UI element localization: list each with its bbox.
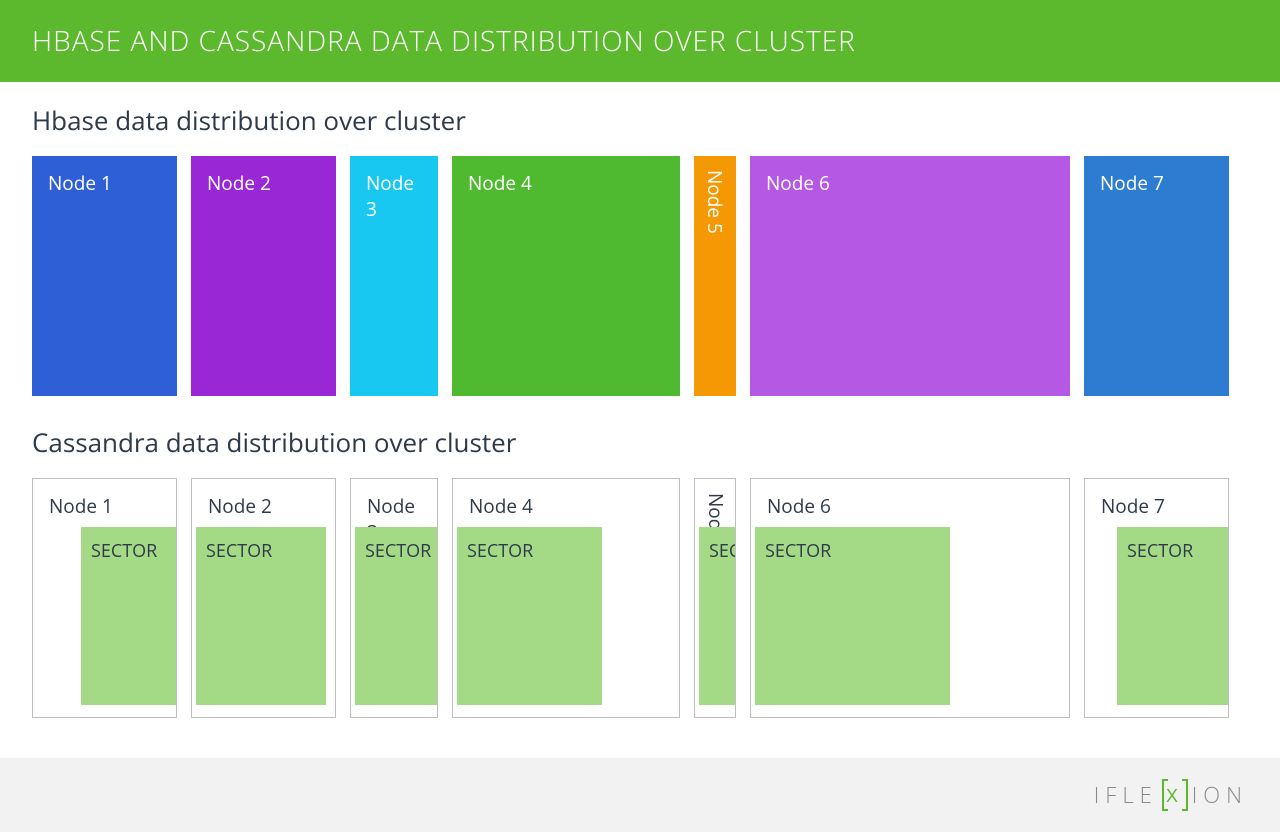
cassandra-node: Node 2 SECTOR [191, 478, 336, 718]
sector-block: SECTOR [196, 527, 326, 705]
hbase-section-title: Hbase data distribution over cluster [32, 102, 1248, 138]
node-label: Node 2 [207, 170, 271, 196]
hbase-node: Node 7 [1084, 156, 1229, 396]
node-label: Node 3 [366, 170, 414, 222]
node-label: Node 7 [1100, 170, 1164, 196]
logo: IFLE X ION [1094, 778, 1248, 812]
node-label: Node 1 [49, 493, 113, 519]
cassandra-section-title: Cassandra data distribution over cluster [32, 424, 1248, 460]
hbase-node: Node 5 [694, 156, 736, 396]
sector-block: SECTOR [755, 527, 950, 705]
hbase-node: Node 2 [191, 156, 336, 396]
hbase-node: Node 3 [350, 156, 438, 396]
content-area: Hbase data distribution over cluster Nod… [0, 82, 1280, 758]
node-label: Node 4 [468, 170, 532, 196]
cassandra-node: Node 1 SECTOR [32, 478, 177, 718]
hbase-node: Node 1 [32, 156, 177, 396]
page-header: HBASE AND CASSANDRA DATA DISTRIBUTION OV… [0, 0, 1280, 82]
logo-text-mid: X [1166, 786, 1184, 806]
cassandra-node: Node 3SECTOR [350, 478, 438, 718]
cassandra-node: Node 6 SECTOR [750, 478, 1070, 718]
cassandra-node: Node 4 SECTOR [452, 478, 680, 718]
cassandra-node: Node 7 SECTOR [1084, 478, 1229, 718]
node-label: Node 7 [1101, 493, 1165, 519]
sector-block: SECTOR [1117, 527, 1229, 705]
sector-block: SECTOR [81, 527, 177, 705]
hbase-row: Node 1 Node 2 Node 3 Node 4 Node 5 Node 6 Node… [32, 156, 1248, 396]
node-label: Node 6 [766, 170, 830, 196]
logo-bracket-icon: X [1160, 778, 1190, 812]
page-title: HBASE AND CASSANDRA DATA DISTRIBUTION OV… [32, 22, 856, 60]
logo-text-right: ION [1192, 780, 1248, 810]
node-label: Node 2 [208, 493, 272, 519]
node-label: Node 6 [767, 493, 831, 519]
hbase-node: Node 6 [750, 156, 1070, 396]
hbase-node: Node 4 [452, 156, 680, 396]
node-label: Node 1 [48, 170, 112, 196]
cassandra-row: Node 1SECTORNode 2SECTORNode 3SECTORNode… [32, 478, 1248, 718]
sector-block: SECTOR [457, 527, 602, 705]
node-label: Node 5 [702, 170, 728, 234]
sector-block: SECTOR [355, 527, 438, 705]
logo-text-left: IFLE [1094, 780, 1158, 810]
cassandra-node: Node 5SECTOR [694, 478, 736, 718]
node-label: Node 4 [469, 493, 533, 519]
sector-block: SECTOR [699, 527, 736, 705]
footer: IFLE X ION [0, 758, 1280, 832]
